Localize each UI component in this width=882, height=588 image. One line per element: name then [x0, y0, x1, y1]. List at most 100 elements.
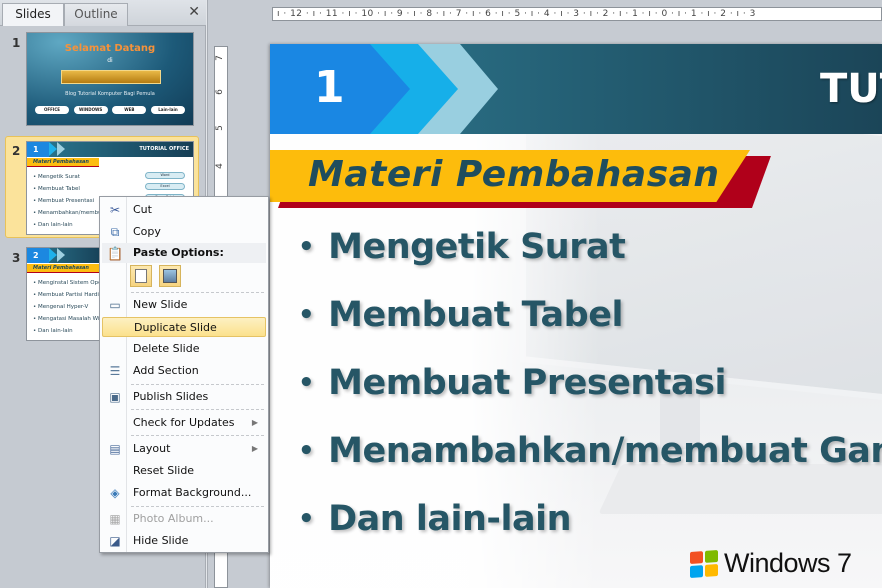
thumb-tagline: Blog Tutorial Komputer Bagi Pemula	[65, 91, 155, 97]
menu-item-format-background[interactable]: ◈ Format Background...	[102, 483, 266, 503]
thumb-button: Word	[145, 172, 185, 179]
menu-item-label: Photo Album...	[133, 512, 214, 525]
slide-thumbnail-3[interactable]: 2 Materi Pembahasan • Menginstal Sistem …	[26, 247, 106, 341]
scissors-icon: ✂	[109, 203, 121, 217]
thumb-badge: 1	[27, 142, 49, 157]
slide-header-title: TUTORIAL OFFICE	[820, 66, 882, 112]
menu-item-label: Publish Slides	[133, 390, 209, 403]
ruler-label: 6	[214, 89, 225, 95]
menu-item-label: Cut	[133, 203, 152, 216]
menu-item-label: New Slide	[133, 298, 188, 311]
bullet-text: Mengetik Surat	[328, 227, 626, 267]
photo-album-icon: ▦	[109, 512, 121, 526]
thumb-list-item: • Dan lain-lain	[33, 328, 73, 334]
menu-separator	[131, 506, 264, 507]
menu-item-duplicate-slide[interactable]: Duplicate Slide	[102, 317, 266, 337]
menu-item-new-slide[interactable]: ▭ New Slide	[102, 295, 266, 315]
slide-number: 1	[12, 36, 21, 50]
thumb-list-item: • Membuat Tabel	[33, 186, 80, 192]
tab-outline[interactable]: Outline	[64, 3, 128, 26]
thumb-title: Selamat Datang	[64, 43, 156, 54]
paste-picture-icon	[163, 269, 177, 283]
bullet-list[interactable]: • Mengetik Surat • Membuat Tabel • Membuat …	[298, 224, 882, 564]
menu-item-label: Add Section	[133, 364, 199, 377]
menu-item-check-for-updates[interactable]: Check for Updates ▶	[102, 413, 266, 433]
horizontal-ruler: ı · 12 · ı · 11 · ı · 10 · ı · 9 · ı · 8…	[272, 7, 882, 21]
thumb-list-item: • Mengenal Hyper-V	[33, 304, 89, 310]
thumb-badge: 2	[27, 248, 49, 263]
bullet-text: Menambahkan/membuat Gambar	[328, 431, 882, 471]
paste-picture-button[interactable]	[159, 265, 181, 287]
menu-item-label: Hide Slide	[133, 534, 189, 547]
thumb-header: 2	[27, 248, 105, 263]
menu-item-label: Duplicate Slide	[134, 321, 217, 334]
menu-item-delete-slide[interactable]: Delete Slide	[102, 339, 266, 359]
paste-text-icon	[135, 269, 147, 283]
thumb-button: Lain-lain	[150, 106, 185, 114]
bullet-item: • Membuat Tabel	[298, 292, 882, 360]
chevron-shape	[57, 142, 65, 156]
chevron-shape	[57, 248, 65, 262]
chevron-shape	[370, 44, 410, 134]
slide-number: 3	[12, 251, 21, 265]
thumb-list-item: • Membuat Partisi Hardisk	[33, 292, 105, 298]
slide-thumbnail-1[interactable]: Selamat Datang di Blog Tutorial Komputer…	[26, 32, 194, 126]
close-panel-icon[interactable]: ✕	[188, 4, 200, 20]
windows7-logo: Windows 7	[690, 548, 852, 579]
slide-header-bar: 1 TUTORIAL OFFICE	[270, 44, 882, 134]
menu-item-layout[interactable]: ▤ Layout ▶	[102, 439, 266, 459]
thumb-button: OFFICE	[35, 106, 69, 114]
bullet-text: Membuat Presentasi	[328, 363, 726, 403]
ruler-label: 4	[214, 163, 225, 169]
menu-item-copy[interactable]: ⧉ Copy	[102, 222, 266, 242]
bullet-item: • Membuat Presentasi	[298, 360, 882, 428]
menu-item-reset-slide[interactable]: Reset Slide	[102, 461, 266, 481]
copy-icon: ⧉	[110, 225, 120, 239]
thumb-header-text: TUTORIAL OFFICE	[139, 146, 189, 152]
bullet-dot: •	[298, 504, 315, 534]
menu-item-label: Paste Options:	[133, 246, 224, 259]
chevron-shape	[460, 44, 498, 134]
slide-canvas[interactable]: 1 TUTORIAL OFFICE Materi Pembahasan • Men…	[270, 44, 882, 588]
thumb-section: Materi Pembahasan	[27, 264, 99, 273]
menu-item-label: Layout	[133, 442, 171, 455]
layout-icon: ▤	[109, 442, 121, 456]
menu-item-publish-slides[interactable]: ▣ Publish Slides	[102, 387, 266, 407]
paste-keep-text-button[interactable]	[130, 265, 152, 287]
paste-options-header: 📋 Paste Options:	[102, 243, 266, 263]
thumb-subtitle: di	[107, 57, 113, 64]
menu-item-cut[interactable]: ✂ Cut	[102, 200, 266, 220]
menu-item-label: Copy	[133, 225, 161, 238]
tab-slides[interactable]: Slides	[2, 3, 64, 26]
bullet-dot: •	[298, 436, 315, 466]
paste-icon: 📋	[107, 247, 124, 262]
chevron-shape	[418, 44, 458, 134]
menu-separator	[131, 435, 264, 436]
menu-separator	[131, 409, 264, 410]
thumb-list-item: • Menginstal Sistem Operasi	[33, 280, 106, 286]
bullet-item: • Mengetik Surat	[298, 224, 882, 292]
thumb-button: WINDOWS	[73, 106, 108, 114]
slide-number: 2	[12, 144, 21, 158]
new-slide-icon: ▭	[109, 298, 121, 312]
chevron-shape	[49, 248, 57, 262]
menu-item-add-section[interactable]: ☰ Add Section	[102, 361, 266, 381]
bullet-text: Membuat Tabel	[328, 295, 623, 335]
menu-item-photo-album: ▦ Photo Album...	[102, 509, 266, 529]
thumb-buttons: OFFICE WINDOWS WEB Lain-lain	[35, 106, 185, 114]
add-section-icon: ☰	[109, 364, 121, 378]
bullet-text: Dan lain-lain	[328, 499, 571, 539]
menu-item-hide-slide[interactable]: ◪ Hide Slide	[102, 531, 266, 551]
section-title[interactable]: Materi Pembahasan	[308, 154, 720, 195]
publish-slides-icon: ▣	[109, 390, 121, 404]
bullet-dot: •	[298, 368, 315, 398]
thumb-banner	[61, 70, 161, 84]
menu-separator	[131, 292, 264, 293]
menu-separator	[131, 384, 264, 385]
chevron-shape	[49, 142, 57, 156]
thumb-button: WEB	[112, 106, 147, 114]
submenu-arrow-icon: ▶	[251, 418, 258, 427]
format-background-icon: ◈	[110, 486, 120, 500]
thumb-list: • Menginstal Sistem Operasi • Membuat Pa…	[33, 277, 106, 337]
thumb-section: Materi Pembahasan	[27, 158, 99, 167]
